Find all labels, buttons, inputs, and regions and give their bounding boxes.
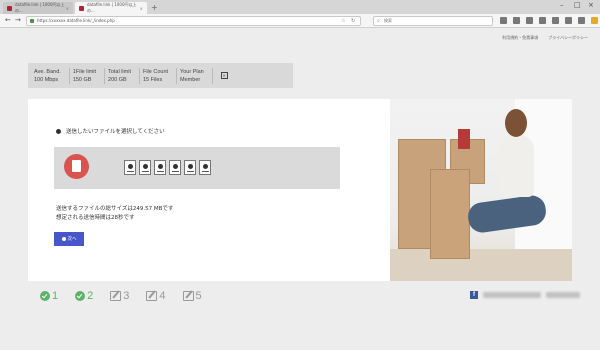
upload-file-icon[interactable]	[64, 154, 89, 179]
stat-label: Total limit	[108, 68, 131, 75]
header-links: 利用規約・免責事項 プライバシーポリシー	[502, 35, 588, 41]
upload-info: 送信するファイルの総サイズは249.57 MBです 想定される送信時間は28秒で…	[56, 205, 173, 223]
photo-person-head	[505, 109, 527, 137]
total-size-text: 送信するファイルの総サイズは249.57 MBです	[56, 206, 174, 212]
stat-plan: Your Plan Member	[177, 67, 213, 84]
stat-label: 1File limit	[72, 68, 97, 75]
tab-label: datafile.link | 1000円以上の...	[15, 2, 65, 13]
stat-value: 15 Files	[142, 76, 163, 83]
edit-icon	[110, 291, 122, 301]
bookmark-icon[interactable]: ☆	[341, 17, 345, 25]
upload-heading-text: 送信したいファイルを選択してください	[66, 129, 165, 135]
stat-label: File Count	[142, 68, 169, 75]
file-icon[interactable]	[169, 160, 181, 175]
search-placeholder: 検索	[384, 18, 392, 23]
progress-steps: 1 2 3 4 5	[40, 290, 202, 302]
plan-stats-bar: Ave. Band. 100 Mbps 1File limit 150 GB T…	[28, 63, 293, 88]
minimize-icon[interactable]: –	[560, 1, 564, 9]
hero-photo	[390, 99, 572, 281]
window-close-icon[interactable]: ×	[588, 1, 594, 9]
step-number: 2	[87, 290, 94, 302]
photo-red-box	[458, 129, 470, 149]
tab-label: datafile.link | 1000円以上の...	[87, 2, 137, 13]
extension-icon[interactable]	[578, 17, 585, 24]
addon-icon[interactable]	[591, 17, 598, 24]
step-number: 4	[159, 290, 166, 302]
search-bar[interactable]: ⌕ 検索	[373, 16, 493, 26]
stat-value: 100 Mbps	[34, 76, 59, 83]
lock-icon	[30, 19, 34, 23]
step-3: 3	[110, 290, 129, 302]
photo-floor	[390, 249, 572, 281]
favicon-icon	[79, 5, 84, 11]
check-icon	[40, 291, 50, 301]
tab-close-icon[interactable]: ×	[66, 6, 69, 11]
step-2: 2	[75, 290, 93, 302]
browser-tab-1[interactable]: datafile.link | 1000円以上の... ×	[3, 2, 73, 14]
new-tab-button[interactable]: +	[151, 3, 158, 12]
bullet-icon	[56, 128, 61, 134]
file-icon[interactable]	[154, 160, 166, 175]
next-button-label: 次へ	[67, 237, 77, 242]
forward-icon[interactable]: →	[15, 16, 21, 24]
file-icon[interactable]	[199, 160, 211, 175]
stat-value: 200 GB	[108, 76, 127, 83]
stat-label: Your Plan	[180, 68, 204, 75]
url-bar[interactable]: https://xxxxxx.datafile.link/_/index.php…	[26, 16, 361, 26]
stat-file-limit: 1File limit 150 GB	[70, 67, 106, 84]
next-button[interactable]: 次へ	[54, 232, 84, 246]
file-icon[interactable]	[184, 160, 196, 175]
step-4: 4	[146, 290, 166, 302]
file-icon[interactable]	[139, 160, 151, 175]
edit-icon	[146, 291, 158, 301]
stat-total-limit: Total limit 200 GB	[105, 67, 140, 84]
back-icon[interactable]: ←	[5, 16, 11, 24]
facebook-icon[interactable]: f	[470, 291, 478, 299]
step-number: 3	[123, 290, 130, 302]
stat-bandwidth: Ave. Band. 100 Mbps	[31, 67, 70, 84]
maximize-icon[interactable]: □	[574, 1, 581, 9]
reader-icon[interactable]	[513, 17, 520, 24]
privacy-link[interactable]: プライバシーポリシー	[548, 35, 588, 41]
estimated-time-text: 想定される送信時間は28秒です	[56, 215, 135, 221]
blurred-text	[546, 292, 580, 298]
reload-icon[interactable]: ↻	[351, 17, 355, 25]
url-text: https://xxxxxx.datafile.link/_/index.php	[37, 18, 115, 23]
photo-person-body	[498, 135, 534, 197]
file-icon[interactable]	[124, 160, 136, 175]
file-drop-zone[interactable]	[54, 147, 340, 189]
expand-icon[interactable]: ×	[220, 72, 228, 79]
facebook-share[interactable]: f	[470, 291, 580, 299]
step-1: 1	[40, 290, 58, 302]
tab-close-icon[interactable]: ×	[140, 6, 143, 11]
toolbar-icons: ≡	[500, 17, 600, 24]
favicon-icon	[7, 5, 12, 11]
step-number: 1	[52, 290, 59, 302]
terms-link[interactable]: 利用規約・免責事項	[502, 35, 538, 41]
home-icon[interactable]	[539, 17, 546, 24]
star-icon[interactable]	[500, 17, 507, 24]
browser-tab-2[interactable]: datafile.link | 1000円以上の... ×	[75, 2, 147, 14]
blurred-text	[483, 292, 541, 298]
browser-tab-bar: datafile.link | 1000円以上の... × datafile.l…	[0, 0, 600, 14]
stat-value: 150 GB	[72, 76, 92, 83]
edit-icon	[182, 291, 194, 301]
arrow-right-icon	[61, 237, 66, 241]
browser-nav-bar: ← → https://xxxxxx.datafile.link/_/index…	[0, 14, 600, 28]
stat-label: Ave. Band.	[34, 68, 61, 75]
step-5: 5	[182, 290, 202, 302]
photo-box	[430, 169, 470, 259]
upload-heading: 送信したいファイルを選択してください	[56, 127, 165, 135]
check-icon	[75, 291, 86, 301]
upload-card: 送信したいファイルを選択してください 送信するファイルの総サイズは249.57 …	[28, 99, 390, 281]
stat-file-count: File Count 15 Files	[140, 67, 178, 84]
search-icon: ⌕	[377, 18, 380, 24]
step-number: 5	[195, 290, 202, 302]
selected-files	[124, 160, 211, 175]
stat-value: Member	[180, 76, 201, 83]
screenshot-icon[interactable]	[565, 17, 572, 24]
pocket-icon[interactable]	[552, 17, 559, 24]
download-icon[interactable]	[526, 17, 533, 24]
